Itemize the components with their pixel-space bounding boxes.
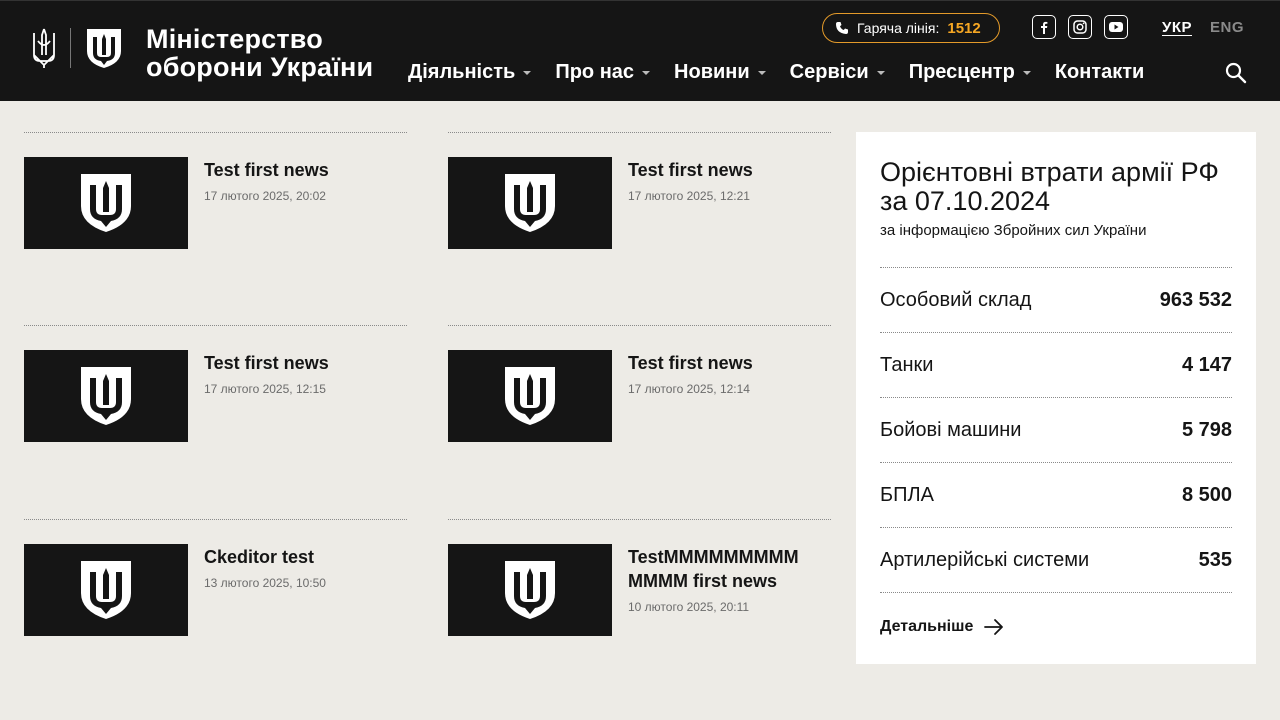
- news-date: 17 лютого 2025, 12:21: [628, 189, 750, 203]
- news-thumbnail[interactable]: [24, 157, 188, 249]
- news-thumbnail[interactable]: [448, 544, 612, 636]
- news-title[interactable]: Test first news: [628, 351, 828, 375]
- news-thumbnail[interactable]: [24, 350, 188, 442]
- nav-item-label: Пресцентр: [908, 61, 1015, 83]
- loss-label: Особовий склад: [880, 288, 1032, 311]
- ministry-name-line1: Міністерство: [146, 24, 323, 54]
- news-title[interactable]: Test first news: [204, 158, 404, 182]
- losses-title: Орієнтовні втрати армії РФ за 07.10.2024: [880, 157, 1219, 216]
- nav-item-news[interactable]: Новини: [674, 61, 766, 84]
- facebook-link[interactable]: [1032, 15, 1056, 39]
- loss-row-personnel: Особовий склад 963 532: [880, 267, 1232, 332]
- ministry-name[interactable]: Міністерство оборони України: [146, 25, 373, 81]
- loss-label: БПЛА: [880, 483, 934, 506]
- nav-item-label: Сервіси: [789, 61, 869, 83]
- chevron-down-icon: [642, 70, 651, 75]
- mod-shield-icon: [87, 29, 121, 68]
- news-card[interactable]: Test first news 17 лютого 2025, 12:21: [448, 132, 831, 249]
- site-logo[interactable]: [30, 27, 123, 69]
- hotline-button[interactable]: Гаряча лінія: 1512: [822, 13, 1000, 43]
- loss-label: Бойові машини: [880, 418, 1022, 441]
- loss-value: 8 500: [1181, 483, 1232, 506]
- loss-label: Танки: [880, 353, 934, 376]
- site-header: Міністерство оборони України Гаряча ліні…: [0, 0, 1280, 101]
- lang-ukr[interactable]: УКР: [1162, 19, 1192, 36]
- coat-of-arms-icon: [33, 28, 55, 68]
- news-card[interactable]: Ckeditor test 13 лютого 2025, 10:50: [24, 519, 407, 636]
- news-date: 17 лютого 2025, 12:14: [628, 382, 750, 396]
- arrow-right-icon: [984, 619, 1004, 635]
- news-title[interactable]: TestMMMMMMMMM MMMM first news: [628, 545, 828, 593]
- nav-item-label: Новини: [674, 61, 750, 83]
- phone-icon: [836, 22, 848, 34]
- mod-shield-icon: [505, 561, 555, 619]
- loss-value: 4 147: [1181, 353, 1232, 376]
- news-card[interactable]: Test first news 17 лютого 2025, 12:15: [24, 325, 407, 442]
- loss-row-combat-vehicles: Бойові машини 5 798: [880, 397, 1232, 462]
- nav-item-services[interactable]: Сервіси: [790, 61, 885, 84]
- more-link-label: Детальніше: [880, 618, 974, 635]
- nav-item-contacts[interactable]: Контакти: [1055, 61, 1145, 84]
- news-card[interactable]: Test first news 17 лютого 2025, 20:02: [24, 132, 407, 249]
- loss-row-artillery: Артилерійські системи 535: [880, 527, 1232, 592]
- nav-item-label: Контакти: [1054, 61, 1145, 83]
- news-thumbnail[interactable]: [24, 544, 188, 636]
- instagram-link[interactable]: [1068, 15, 1092, 39]
- news-date: 10 лютого 2025, 20:11: [628, 600, 750, 614]
- loss-row-tanks: Танки 4 147: [880, 332, 1232, 397]
- lang-eng[interactable]: ENG: [1210, 19, 1244, 36]
- nav-item-presscenter[interactable]: Пресцентр: [909, 61, 1031, 84]
- news-card[interactable]: Test first news 17 лютого 2025, 12:14: [448, 325, 831, 442]
- loss-label: Артилерійські системи: [880, 548, 1090, 571]
- news-title[interactable]: Test first news: [204, 351, 404, 375]
- mod-shield-icon: [505, 174, 555, 232]
- loss-value: 5 798: [1181, 418, 1232, 441]
- news-date: 17 лютого 2025, 20:02: [204, 189, 326, 203]
- hotline-label: Гаряча лінія:: [857, 20, 940, 36]
- news-date: 13 лютого 2025, 10:50: [204, 576, 326, 590]
- search-icon[interactable]: [1224, 61, 1248, 85]
- nav-item-label: Діяльність: [408, 61, 516, 83]
- mod-shield-icon: [505, 367, 555, 425]
- logo-divider: [70, 28, 71, 68]
- chevron-down-icon: [876, 70, 885, 75]
- loss-value: 963 532: [1159, 288, 1232, 311]
- chevron-down-icon: [757, 70, 766, 75]
- nav-item-about[interactable]: Про нас: [555, 61, 651, 84]
- chevron-down-icon: [1022, 70, 1031, 75]
- mod-shield-icon: [81, 367, 131, 425]
- news-title[interactable]: Ckeditor test: [204, 545, 404, 569]
- youtube-link[interactable]: [1104, 15, 1128, 39]
- news-card[interactable]: TestMMMMMMMMM MMMM first news 10 лютого …: [448, 519, 831, 636]
- hotline-number: 1512: [947, 19, 981, 37]
- nav-item-label: Про нас: [555, 61, 635, 83]
- main-nav: Діяльність Про нас Новини Сервіси Пресце…: [408, 61, 1168, 84]
- mod-shield-icon: [81, 561, 131, 619]
- loss-row-uav: БПЛА 8 500: [880, 462, 1232, 527]
- enemy-losses-panel: Орієнтовні втрати армії РФ за 07.10.2024…: [856, 132, 1256, 664]
- news-title[interactable]: Test first news: [628, 158, 828, 182]
- instagram-icon: [1073, 20, 1087, 34]
- mod-shield-icon: [81, 174, 131, 232]
- nav-item-activity[interactable]: Діяльність: [408, 61, 532, 84]
- news-thumbnail[interactable]: [448, 157, 612, 249]
- losses-subtitle: за інформацією Збройних сил України: [880, 222, 1147, 239]
- youtube-icon: [1109, 22, 1123, 32]
- loss-value: 535: [1198, 548, 1232, 571]
- news-date: 17 лютого 2025, 12:15: [204, 382, 326, 396]
- ministry-name-line2: оборони України: [146, 52, 374, 82]
- chevron-down-icon: [523, 70, 532, 75]
- news-thumbnail[interactable]: [448, 350, 612, 442]
- losses-more-link[interactable]: Детальніше: [880, 618, 1005, 636]
- divider: [880, 592, 1232, 593]
- facebook-icon: [1041, 21, 1048, 34]
